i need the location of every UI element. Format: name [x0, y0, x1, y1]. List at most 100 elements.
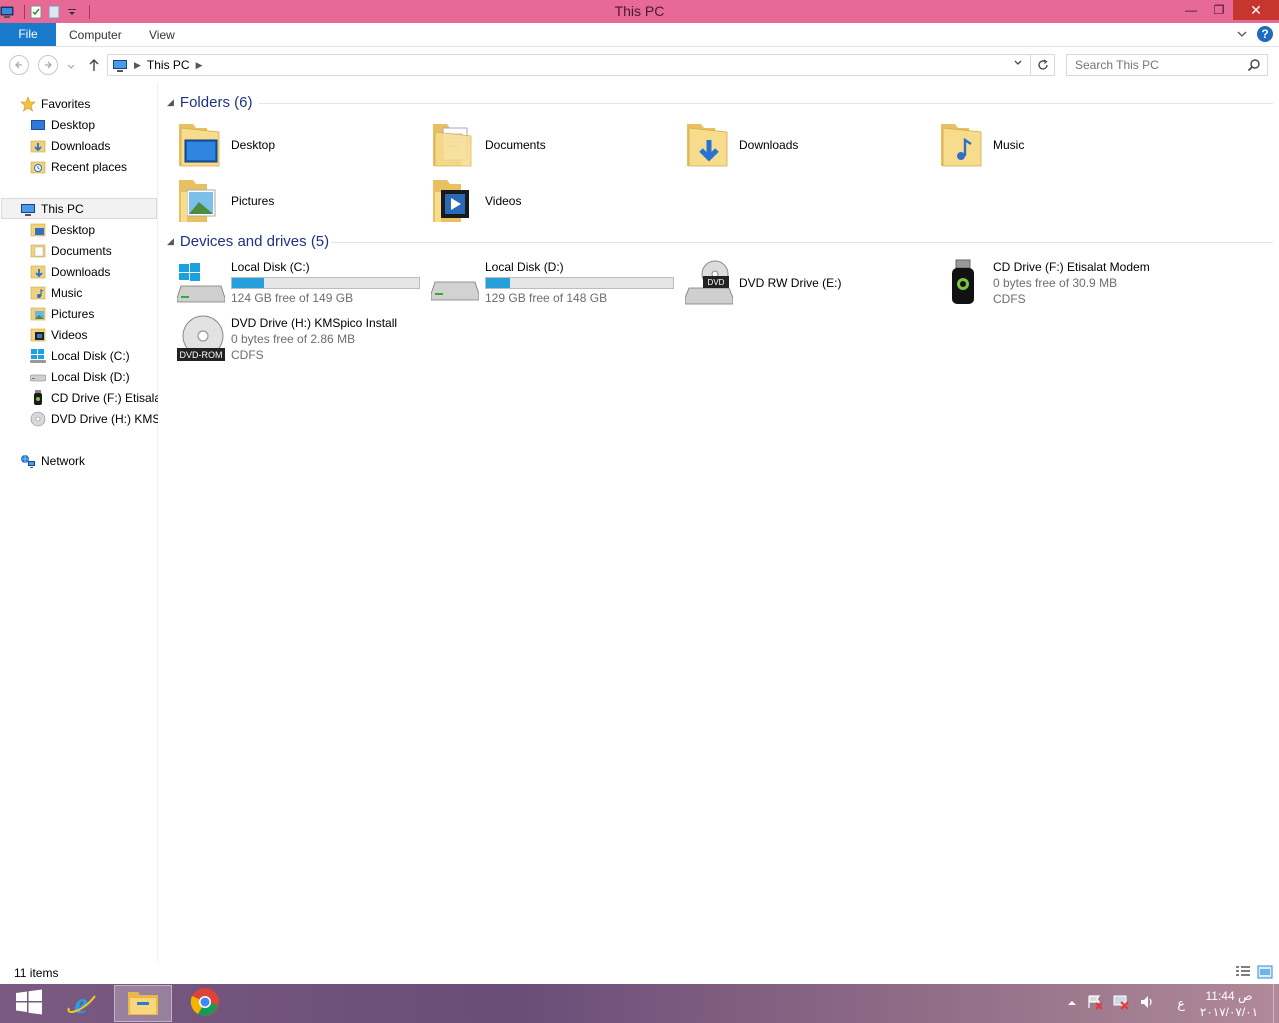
nav-pc-local-disk-d[interactable]: Local Disk (D:): [30, 366, 130, 387]
tile-name: CD Drive (F:) Etisalat Modem: [993, 260, 1150, 274]
drive-tile-cd-drive-f[interactable]: CD Drive (F:) Etisalat Modem 0 bytes fre…: [939, 258, 1189, 310]
nav-label: Pictures: [51, 306, 95, 321]
this-pc-icon: [20, 201, 36, 217]
nav-pc-local-disk-c[interactable]: Local Disk (C:): [30, 345, 130, 366]
tile-name: Music: [993, 138, 1025, 152]
videos-folder-icon: [30, 327, 46, 343]
tab-view[interactable]: View: [149, 25, 175, 46]
clock[interactable]: 11:44 ص ٢٠١٧/٠٧/٠١: [1199, 988, 1259, 1020]
nav-pc-desktop[interactable]: Desktop: [30, 219, 95, 240]
nav-label: Desktop: [51, 117, 96, 132]
show-desktop-button[interactable]: [1273, 984, 1279, 1023]
nav-pc-pictures[interactable]: Pictures: [30, 303, 94, 324]
folders-group-header[interactable]: ◢ Folders (6): [167, 94, 252, 111]
usb-modem-icon: [939, 258, 987, 308]
downloads-folder-icon: [30, 264, 46, 280]
search-input[interactable]: [1067, 55, 1243, 75]
expand-ribbon-icon[interactable]: [1237, 27, 1247, 41]
properties-icon[interactable]: [29, 5, 43, 19]
nav-pc-cd-drive-f[interactable]: CD Drive (F:) Etisalat Modem: [30, 387, 158, 408]
help-button[interactable]: ?: [1257, 26, 1273, 42]
folder-tile-videos[interactable]: Videos: [431, 174, 681, 226]
recent-locations-icon[interactable]: [66, 60, 76, 74]
large-icons-view-icon[interactable]: [1257, 965, 1273, 979]
show-hidden-icons-icon[interactable]: [1067, 998, 1077, 1010]
taskbar-internet-explorer[interactable]: e: [52, 985, 110, 1022]
desktop-folder-icon: [177, 118, 225, 168]
nav-pc-dvd-drive-h[interactable]: DVD Drive (H:) KMSpico Install: [30, 408, 158, 429]
search-box[interactable]: [1066, 54, 1268, 76]
volume-icon[interactable]: [1139, 994, 1155, 1013]
title-bar: This PC — ❐ ✕: [0, 0, 1279, 23]
navigation-pane: Favorites Desktop Downloads Recent place…: [0, 82, 158, 962]
nav-pc-downloads[interactable]: Downloads: [30, 261, 110, 282]
nav-network[interactable]: Network: [20, 450, 85, 471]
tile-name: Downloads: [739, 138, 799, 152]
breadcrumb-separator-icon[interactable]: ▶: [134, 60, 141, 71]
folder-tile-documents[interactable]: Documents: [431, 118, 681, 170]
nav-fav-downloads[interactable]: Downloads: [30, 135, 110, 156]
nav-fav-desktop[interactable]: Desktop: [30, 114, 95, 135]
forward-button[interactable]: [38, 55, 58, 75]
drive-tile-local-disk-c[interactable]: Local Disk (C:) 124 GB free of 149 GB: [176, 258, 427, 310]
hard-drive-icon: [430, 258, 480, 308]
back-button[interactable]: [9, 55, 29, 75]
nav-pc-documents[interactable]: Documents: [30, 240, 112, 261]
details-view-icon[interactable]: [1235, 965, 1251, 979]
chrome-icon: [190, 987, 220, 1020]
tab-computer[interactable]: Computer: [69, 25, 122, 46]
nav-label: Recent places: [51, 159, 128, 174]
content-pane: ◢ Folders (6) Desktop Documents Download…: [159, 82, 1279, 962]
search-icon[interactable]: [1247, 58, 1261, 72]
nav-this-pc[interactable]: This PC: [1, 198, 157, 219]
customize-toolbar-icon[interactable]: [65, 5, 79, 19]
ribbon: File Computer View ?: [0, 23, 1279, 47]
breadcrumb-this-pc[interactable]: This PC: [147, 58, 190, 72]
nav-pc-videos[interactable]: Videos: [30, 324, 87, 345]
new-folder-icon[interactable]: [47, 5, 61, 19]
collapse-arrow-icon[interactable]: ◢: [167, 97, 174, 108]
tile-name: Pictures: [231, 194, 275, 208]
nav-favorites[interactable]: Favorites: [20, 93, 90, 114]
dvd-badge-label: DVD: [708, 278, 725, 287]
breadcrumb-separator-icon[interactable]: ▶: [196, 60, 203, 71]
drive-tile-local-disk-d[interactable]: Local Disk (D:) 129 GB free of 148 GB: [430, 258, 681, 310]
collapse-arrow-icon[interactable]: ◢: [167, 236, 174, 247]
devices-group-header[interactable]: ◢ Devices and drives (5): [167, 233, 329, 250]
tile-free-space: 0 bytes free of 2.86 MB: [231, 332, 356, 346]
restore-button[interactable]: ❐: [1205, 0, 1233, 20]
drive-tile-dvd-rw-e[interactable]: DVD DVD RW Drive (E:): [684, 258, 935, 310]
tile-free-space: 129 GB free of 148 GB: [485, 291, 608, 305]
group-divider: [331, 242, 1273, 243]
input-language[interactable]: ع: [1177, 996, 1185, 1012]
refresh-button[interactable]: [1030, 55, 1054, 75]
folder-tile-music[interactable]: Music: [939, 118, 1189, 170]
group-title: Folders (6): [179, 94, 253, 111]
start-button[interactable]: [0, 985, 58, 1022]
folder-tile-desktop[interactable]: Desktop: [177, 118, 427, 170]
group-title: Devices and drives (5): [179, 233, 330, 250]
desktop-icon: [30, 117, 46, 133]
network-status-icon[interactable]: [1113, 994, 1129, 1013]
up-button[interactable]: [87, 57, 101, 76]
minimize-button[interactable]: —: [1177, 0, 1205, 20]
folder-tile-pictures[interactable]: Pictures: [177, 174, 427, 226]
nav-fav-recent-places[interactable]: Recent places: [30, 156, 127, 177]
close-button[interactable]: ✕: [1233, 0, 1279, 20]
pictures-folder-icon: [177, 174, 225, 224]
drive-tile-dvd-drive-h[interactable]: DVD-ROM DVD Drive (H:) KMSpico Install 0…: [177, 314, 427, 366]
ribbon-controls: ?: [1237, 26, 1273, 42]
taskbar-chrome[interactable]: [176, 985, 234, 1022]
network-icon: [20, 453, 36, 469]
computer-icon[interactable]: [0, 5, 14, 19]
tab-file[interactable]: File: [0, 23, 56, 46]
address-bar[interactable]: ▶ This PC ▶: [107, 54, 1055, 76]
action-center-icon[interactable]: [1087, 994, 1103, 1013]
folder-tile-downloads[interactable]: Downloads: [685, 118, 935, 170]
address-dropdown-icon[interactable]: [1010, 55, 1026, 75]
nav-pc-music[interactable]: Music: [30, 282, 82, 303]
usb-modem-icon: [30, 389, 46, 406]
address-row: ▶ This PC ▶: [0, 48, 1279, 82]
hard-drive-icon: [30, 369, 47, 385]
taskbar-file-explorer[interactable]: [114, 985, 172, 1022]
